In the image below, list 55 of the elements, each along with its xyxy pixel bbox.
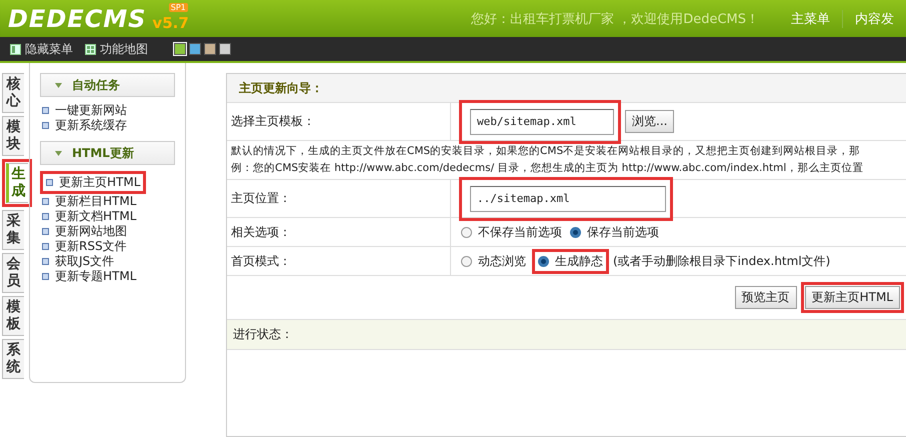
- field-label: 选择主页模板：: [227, 103, 451, 140]
- theme-swatch[interactable]: [204, 43, 216, 55]
- menu-item[interactable]: 一键更新网站: [40, 103, 129, 118]
- caret-icon: [55, 150, 62, 156]
- side-tab[interactable]: 生成: [6, 163, 28, 203]
- section-title: 自动任务: [72, 76, 120, 94]
- menu-item[interactable]: 更新主页HTML: [44, 175, 142, 190]
- menu-item[interactable]: 更新网站地图: [40, 224, 129, 239]
- theme-swatch[interactable]: [189, 43, 201, 55]
- side-tab[interactable]: 系统: [2, 339, 24, 379]
- version-label: v5.7: [152, 14, 189, 32]
- option-label: 不保存当前选项: [478, 224, 562, 240]
- menu-section-header[interactable]: HTML更新: [40, 141, 175, 165]
- input-field[interactable]: web/sitemap.xml: [470, 108, 614, 134]
- radio-button[interactable]: [538, 256, 549, 266]
- status-label: 进行状态：: [233, 326, 293, 343]
- panel-icon: [10, 44, 21, 54]
- side-tab[interactable]: 采集: [2, 210, 24, 250]
- version-badge: SP1: [168, 3, 188, 12]
- menu-section-header[interactable]: 自动任务: [40, 73, 175, 97]
- side-tab[interactable]: 模块: [2, 116, 24, 156]
- browse-button[interactable]: 浏览...: [625, 110, 674, 133]
- radio-button[interactable]: [461, 226, 472, 238]
- action-button[interactable]: 更新主页HTML: [804, 286, 900, 309]
- theme-swatch[interactable]: [174, 43, 186, 55]
- theme-swatch[interactable]: [219, 43, 231, 55]
- field-label: 首页模式：: [227, 247, 451, 275]
- toolbar-item[interactable]: 隐藏菜单: [10, 40, 73, 58]
- menu-item[interactable]: 更新文档HTML: [40, 209, 138, 224]
- greeting-text: 您好：出租车打票机厂家 ，欢迎使用DedeCMS！: [471, 10, 759, 28]
- panel-title: 主页更新向导：: [239, 80, 323, 96]
- side-tab[interactable]: 会员: [2, 253, 24, 293]
- side-tab[interactable]: 核心: [2, 73, 24, 113]
- menu-item[interactable]: 更新栏目HTML: [40, 194, 138, 209]
- option-label: 保存当前选项: [587, 224, 659, 240]
- hint-text: (或者手动删除根目录下index.html文件): [613, 252, 830, 270]
- side-tab[interactable]: 模板: [2, 296, 24, 336]
- menu-item[interactable]: 更新系统缓存: [40, 118, 129, 133]
- input-field[interactable]: ../sitemap.xml: [470, 186, 666, 212]
- caret-icon: [55, 82, 62, 88]
- menu-item[interactable]: 获取JS文件: [40, 254, 116, 269]
- grid-icon: [85, 44, 96, 54]
- field-label: 主页位置：: [227, 180, 451, 217]
- option-label: 动态浏览: [478, 252, 526, 270]
- toolbar-item[interactable]: 功能地图: [85, 40, 148, 58]
- action-button[interactable]: 预览主页: [734, 286, 797, 309]
- field-label: 相关选项：: [227, 218, 451, 246]
- menu-item[interactable]: 更新RSS文件: [40, 239, 129, 254]
- menu-item[interactable]: 更新专题HTML: [40, 269, 138, 284]
- logo: DEDECMS: [8, 4, 146, 32]
- help-text: 默认的情况下，生成的主页文件放在CMS的安装目录，如果您的CMS不是安装在网站根目录的，又想把主页创建到网站根目录，那 例：您的CMS安装在 http://www.abc.com/dedecms/ 目录，您想生成的主页为 http://www.abc.com/index.html，那么主页位置: [227, 141, 906, 180]
- section-title: HTML更新: [72, 144, 134, 162]
- radio-button[interactable]: [461, 256, 472, 266]
- option-label: 生成静态: [555, 252, 603, 270]
- radio-button[interactable]: [570, 226, 581, 238]
